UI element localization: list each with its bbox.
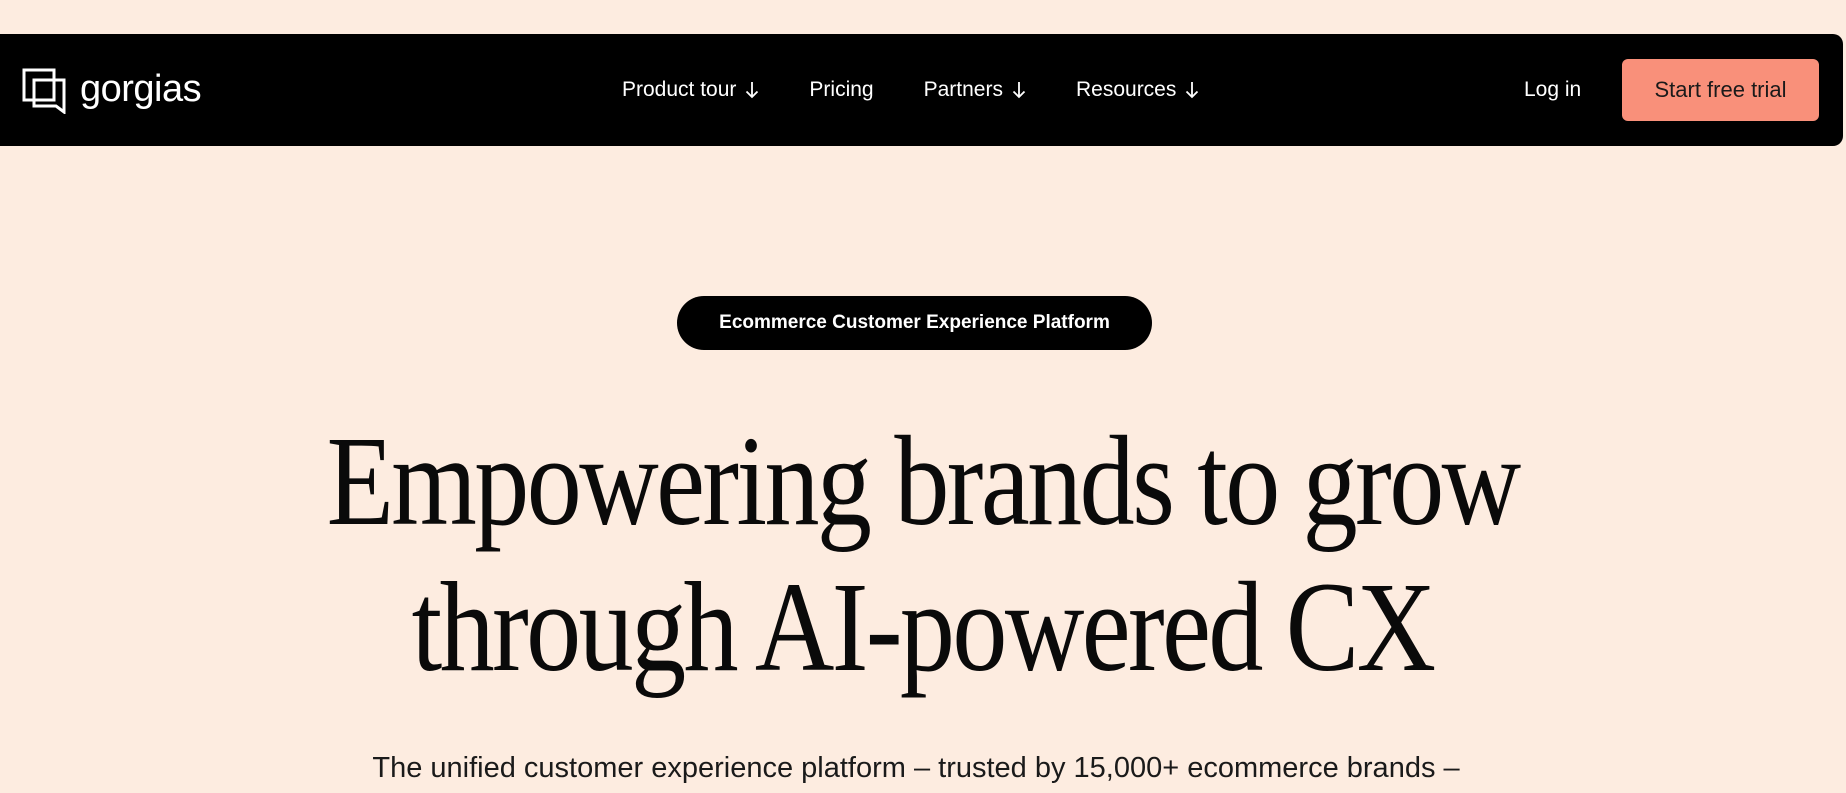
nav-item-label: Pricing [809,78,874,101]
hero-headline-line-1: Empowering brands to grow [326,410,1522,552]
nav-item-label: Product tour [622,78,737,101]
hero-subtitle: The unified customer experience platform… [372,752,1460,784]
category-badge: Ecommerce Customer Experience Platform [677,296,1152,350]
arrow-down-icon [1012,82,1026,99]
page: gorgias Product tour Pricing Partners Re… [0,0,1846,793]
nav-links: Product tour Pricing Partners Resources [622,34,1249,146]
nav-item-partners[interactable]: Partners [924,78,1026,102]
logo-link[interactable]: gorgias [22,68,202,114]
gorgias-logo-icon [22,68,66,114]
top-navbar: gorgias Product tour Pricing Partners Re… [0,34,1843,146]
nav-item-label: Resources [1075,78,1177,101]
hero-headline-line-2: through AI-powered CX [411,556,1437,698]
start-free-trial-button[interactable]: Start free trial [1622,59,1819,121]
nav-item-pricing[interactable]: Pricing [809,78,873,102]
login-link[interactable]: Log in [1524,34,1581,146]
hero-headline: Empowering brands to grow through AI-pow… [129,408,1717,700]
nav-item-resources[interactable]: Resources [1076,78,1199,102]
arrow-down-icon [1186,82,1199,99]
arrow-down-icon [746,82,759,99]
nav-item-label: Partners [923,78,1003,101]
nav-item-product-tour[interactable]: Product tour [622,78,759,102]
logo-text: gorgias [80,68,202,110]
